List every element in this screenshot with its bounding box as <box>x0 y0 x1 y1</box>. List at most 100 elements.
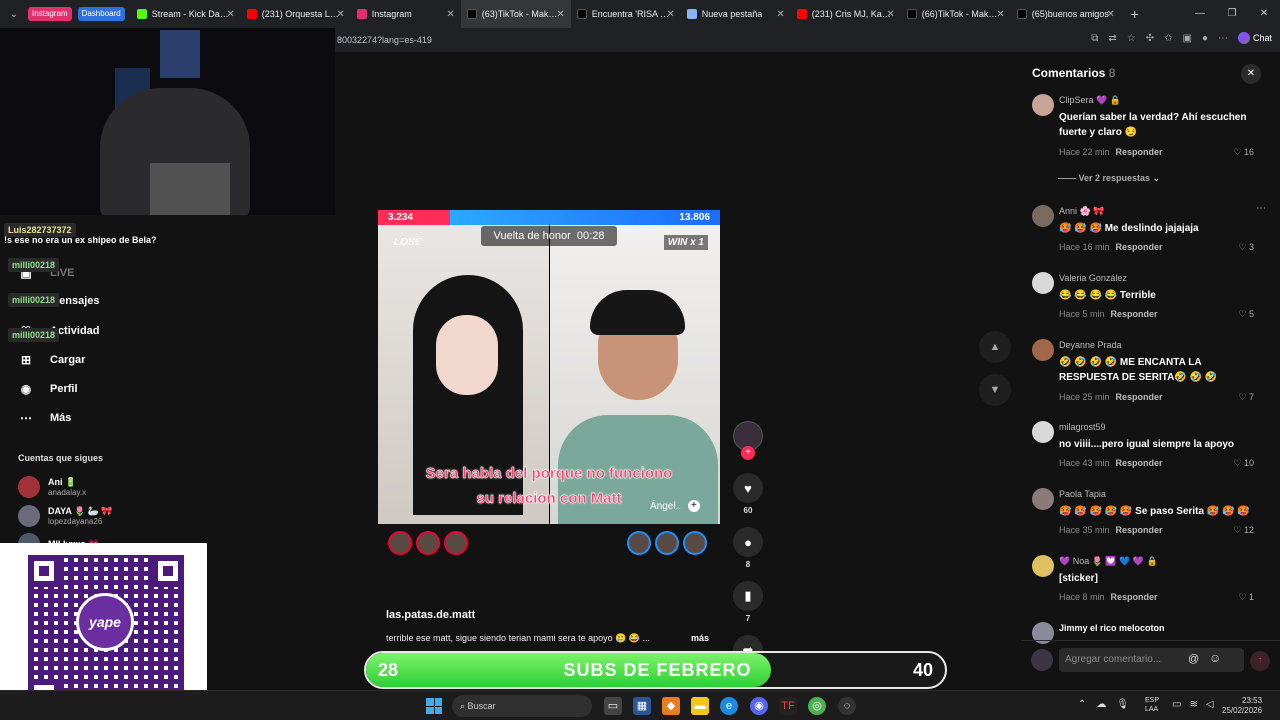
taskbar-search[interactable]: ⌕ Buscar <box>452 695 592 717</box>
avatar[interactable] <box>1032 339 1054 361</box>
url-text[interactable]: 80032274?lang=es-419 <box>337 35 432 45</box>
comment-user[interactable]: 💜 Noa 🌷 💟 💙 💜 🔒 <box>1059 556 1158 567</box>
menu-dots-icon[interactable]: ⋯ <box>1218 33 1228 44</box>
comment-user[interactable]: Paola Tapia <box>1059 489 1106 499</box>
avatar[interactable] <box>1032 272 1054 294</box>
close-comments-icon[interactable]: ✕ <box>1241 64 1261 84</box>
collections-icon[interactable]: ▣ <box>1182 33 1191 44</box>
comment-user[interactable]: Deyanne Prada <box>1059 340 1122 350</box>
tab-tiktok-active[interactable]: (63)TikTok - Make Yo ✕ <box>460 0 571 28</box>
close-tab-icon[interactable]: ✕ <box>446 9 454 20</box>
tab-tiktok-3[interactable]: (65)buenos amigos ✕ <box>1011 0 1121 28</box>
tab-list-chevron-icon[interactable]: ⌄ <box>0 0 28 28</box>
close-tab-icon[interactable]: ✕ <box>776 9 784 20</box>
reply-button[interactable]: Responder <box>1111 592 1158 602</box>
view-replies-button[interactable]: —— Ver 2 respuestas ⌄ <box>1058 173 1160 184</box>
comment-user[interactable]: Valeria González <box>1059 273 1127 283</box>
close-tab-icon[interactable]: ✕ <box>886 9 894 20</box>
obs-icon[interactable]: ◌ <box>838 697 856 715</box>
tab-new-tab[interactable]: Nueva pestaña ✕ <box>681 0 791 28</box>
open-in-app-icon[interactable]: ⧉ <box>1091 33 1098 44</box>
comment-bubble-icon[interactable]: ● <box>733 527 763 557</box>
comment-likes[interactable]: ♡ 16 <box>1233 147 1254 158</box>
volume-icon[interactable]: ◁ <box>1206 699 1214 710</box>
windows-start-icon[interactable] <box>426 698 442 714</box>
copilot-app-icon[interactable]: ◆ <box>662 697 680 715</box>
reply-button[interactable]: Responder <box>1116 242 1163 252</box>
follow-creator-plus-icon[interactable]: + <box>741 446 755 460</box>
sidebar-item-profile[interactable]: ◉ Perfil <box>18 381 78 397</box>
sidebar-item-upload[interactable]: ⊞ Cargar <box>18 352 86 368</box>
microphone-icon[interactable]: 🎙 <box>1116 699 1129 710</box>
close-tab-icon[interactable]: ✕ <box>1106 9 1114 20</box>
gifter-avatar[interactable] <box>416 531 440 555</box>
tab-group-dashboard[interactable]: Dashboard <box>77 7 125 21</box>
restore-icon[interactable]: ❐ <box>1216 0 1248 28</box>
tab-kick[interactable]: Stream - Kick Dashb ✕ <box>131 0 241 28</box>
store-icon[interactable]: ▦ <box>633 697 651 715</box>
comment-options-icon[interactable]: ⋯ <box>1256 203 1266 214</box>
favorites-icon[interactable]: ✩ <box>1164 33 1172 44</box>
following-account[interactable]: Ani 🔋 anadalay.x <box>18 476 86 498</box>
comment-likes[interactable]: ♡ 12 <box>1233 525 1254 536</box>
reply-button[interactable]: Responder <box>1111 309 1158 319</box>
tab-youtube-cris[interactable]: (231) Cris MJ, Kali Uc ✕ <box>791 0 901 28</box>
onedrive-icon[interactable]: ☁ <box>1096 699 1106 710</box>
discord-icon[interactable]: ◉ <box>750 697 768 715</box>
reply-button[interactable]: Responder <box>1116 147 1163 157</box>
avatar[interactable] <box>1032 555 1054 577</box>
close-tab-icon[interactable]: ✕ <box>996 9 1004 20</box>
comment-user[interactable]: Jimmy el rico melocoton <box>1059 623 1165 633</box>
avatar[interactable] <box>1032 488 1054 510</box>
reply-button[interactable]: Responder <box>1116 525 1163 535</box>
comment-likes[interactable]: ♡ 7 <box>1238 392 1254 403</box>
gifter-avatar[interactable] <box>627 531 651 555</box>
new-tab-button[interactable]: + <box>1121 6 1149 22</box>
comment-likes[interactable]: ♡ 10 <box>1233 458 1254 469</box>
tab-instagram[interactable]: Instagram ✕ <box>351 0 461 28</box>
close-tab-icon[interactable]: ✕ <box>556 9 564 20</box>
gifter-avatar[interactable] <box>683 531 707 555</box>
comment-likes[interactable]: ♡ 5 <box>1238 309 1254 320</box>
extensions-icon[interactable]: ✣ <box>1146 33 1154 44</box>
description-more-link[interactable]: más <box>691 633 709 643</box>
comment-likes[interactable]: ♡ 1 <box>1238 592 1254 603</box>
tf-app-icon[interactable]: TF <box>779 697 797 715</box>
gifter-avatar[interactable] <box>388 531 412 555</box>
comment-user[interactable]: Anni 🌸 🎀 <box>1059 206 1104 217</box>
favorite-star-icon[interactable]: ☆ <box>1127 33 1136 44</box>
wifi-icon[interactable]: ≋ <box>1189 699 1197 710</box>
gifter-avatar[interactable] <box>444 531 468 555</box>
mention-at-icon[interactable]: @ <box>1188 653 1199 665</box>
monitor-icon[interactable]: ▭ <box>1172 699 1181 710</box>
tab-group-instagram[interactable]: Instagram <box>28 7 72 21</box>
address-bar[interactable]: 80032274?lang=es-419 ⧉ ⇄ ☆ ✣ ✩ ▣ ● ⋯ Cha… <box>335 28 1280 52</box>
close-window-icon[interactable]: ✕ <box>1248 0 1280 28</box>
avatar[interactable] <box>1032 205 1054 227</box>
like-heart-icon[interactable]: ♥ <box>733 473 763 503</box>
close-tab-icon[interactable]: ✕ <box>336 9 344 20</box>
gifter-avatar[interactable] <box>655 531 679 555</box>
task-view-icon[interactable]: ▭ <box>604 697 622 715</box>
tray-chevron-icon[interactable]: ⌃ <box>1078 699 1086 710</box>
copilot-chat-button[interactable]: Chat <box>1237 32 1272 44</box>
next-video-chevron-down-icon[interactable]: ▼ <box>979 374 1011 406</box>
comment-likes[interactable]: ♡ 3 <box>1238 242 1254 253</box>
input-language[interactable]: ESP LAA <box>1145 696 1159 714</box>
reply-button[interactable]: Responder <box>1116 392 1163 402</box>
close-tab-icon[interactable]: ✕ <box>666 9 674 20</box>
comment-user[interactable]: milagrost59 <box>1059 422 1106 432</box>
profile-avatar-icon[interactable]: ● <box>1202 33 1208 44</box>
translate-icon[interactable]: ⇄ <box>1108 33 1116 44</box>
send-arrow-icon[interactable]: ↑ <box>1250 651 1270 671</box>
avatar[interactable] <box>1032 94 1054 116</box>
close-tab-icon[interactable]: ✕ <box>226 9 234 20</box>
video-username[interactable]: las.patas.de.matt <box>386 609 475 621</box>
follow-plus-icon[interactable]: + <box>687 500 700 512</box>
tab-youtube-orquesta[interactable]: (231) Orquesta La Be ✕ <box>241 0 351 28</box>
previous-video-chevron-up-icon[interactable]: ▲ <box>979 331 1011 363</box>
file-explorer-icon[interactable]: ▬ <box>691 697 709 715</box>
edge-browser-icon[interactable]: e <box>720 697 738 715</box>
tab-tiktok-search[interactable]: Encuentra 'RISA DE 2 ✕ <box>571 0 681 28</box>
sidebar-item-more[interactable]: ⋯ Más <box>18 410 71 426</box>
